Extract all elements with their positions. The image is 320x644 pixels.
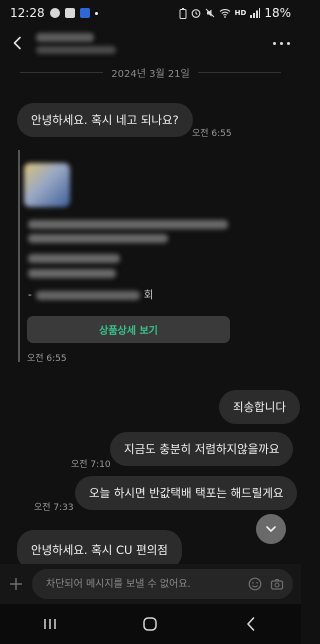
product-detail-prefix: - [28, 289, 32, 301]
more-options-button[interactable] [261, 26, 301, 60]
message-time: 오전 7:10 [71, 460, 111, 470]
status-time: 12:28 [10, 6, 45, 20]
message-time: 오전 6:55 [192, 129, 232, 139]
mute-icon [205, 8, 215, 18]
chat-notification-icon [49, 8, 60, 18]
more-dot-icon [279, 41, 283, 45]
message-text: 죄송합니다 [233, 400, 286, 414]
camera-icon [270, 578, 284, 590]
message-text: 안녕하세요. 혹시 CU 편의점 [31, 543, 168, 557]
messenger-notification-icon [79, 8, 90, 18]
message-input-container [32, 569, 293, 599]
message-text: 안녕하세요. 혹시 네고 되나요? [31, 113, 179, 127]
plus-icon [10, 578, 22, 590]
chevron-down-icon [266, 526, 276, 532]
date-separator: 2024년 3월 21일 [20, 62, 281, 82]
recent-apps-button[interactable] [20, 604, 80, 644]
system-navigation-bar [0, 604, 301, 644]
contact-info[interactable] [36, 32, 261, 54]
signal-icon [250, 8, 261, 18]
home-icon [143, 617, 158, 631]
status-bar: 12:28 HD 18% [0, 0, 301, 26]
more-notifications-icon [94, 11, 98, 15]
product-detail-line: -회 [28, 287, 153, 302]
received-message-bubble[interactable]: 안녕하세요. 혹시 네고 되나요? [17, 103, 193, 137]
divider [197, 71, 281, 73]
contact-name [36, 32, 94, 42]
app-notification-icon [64, 8, 75, 18]
product-detail-button[interactable]: 상품상세 보기 [27, 316, 230, 343]
product-description-line [28, 269, 116, 278]
wifi-icon [219, 9, 231, 18]
product-description-line [28, 220, 228, 229]
message-time: 오전 7:33 [34, 503, 74, 513]
message-time: 오전 6:55 [27, 354, 67, 364]
product-thumbnail[interactable] [24, 163, 70, 207]
more-dot-icon [286, 41, 290, 45]
product-description-line [28, 234, 168, 243]
alarm-icon [191, 9, 201, 18]
sent-message-bubble[interactable]: 지금도 충분히 저렴하지않을까요 [110, 432, 294, 466]
home-button[interactable] [120, 604, 180, 644]
camera-button[interactable] [269, 576, 285, 592]
back-chevron-icon [247, 617, 255, 631]
battery-saver-icon [179, 7, 187, 19]
product-detail-suffix: 회 [143, 289, 154, 301]
product-card-accent [18, 150, 20, 362]
date-label: 2024년 3월 21일 [111, 68, 190, 80]
message-text: 오늘 하시면 반값택배 택포는 해드릴게요 [89, 486, 284, 500]
attach-button[interactable] [0, 564, 32, 604]
more-dot-icon [272, 41, 276, 45]
sent-message-bubble[interactable]: 죄송합니다 [219, 390, 300, 424]
divider [20, 71, 104, 73]
sent-message-bubble[interactable]: 오늘 하시면 반값택배 택포는 해드릴게요 [75, 476, 298, 510]
product-description-line [28, 254, 120, 263]
scroll-to-bottom-button[interactable] [256, 514, 286, 544]
emoji-button[interactable] [247, 576, 263, 592]
smiley-icon [248, 577, 262, 591]
contact-status [36, 45, 116, 54]
product-detail-redacted [35, 290, 140, 300]
system-back-button[interactable] [221, 604, 281, 644]
chat-header [0, 26, 301, 60]
message-composer [0, 564, 301, 604]
battery-level: 18% [264, 6, 291, 20]
message-input[interactable] [44, 577, 241, 591]
recent-apps-icon [44, 619, 56, 629]
message-text: 지금도 충분히 저렴하지않을까요 [124, 442, 280, 456]
network-type-badge: HD [234, 8, 247, 17]
back-arrow-icon [13, 36, 21, 50]
back-button[interactable] [0, 26, 36, 60]
